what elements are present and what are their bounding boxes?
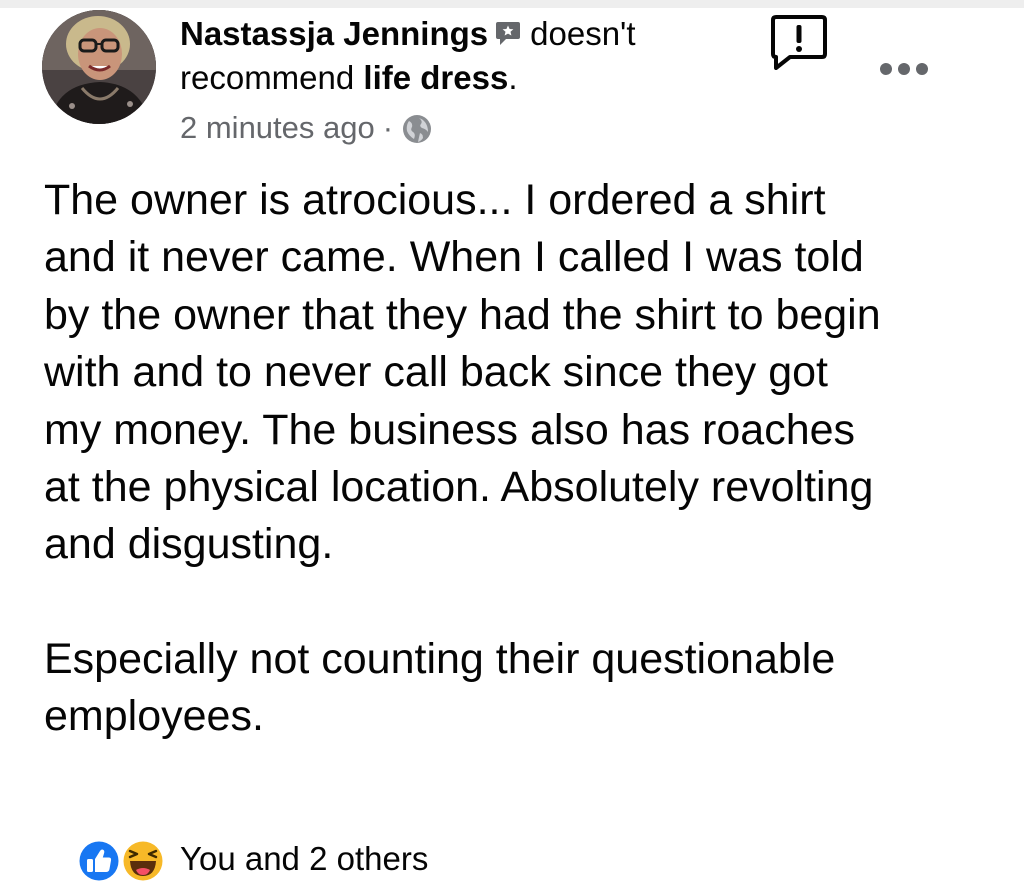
report-flag-icon[interactable]	[770, 14, 828, 70]
action-text-line2: recommend	[180, 59, 355, 96]
reactions-summary[interactable]: You and 2 others	[76, 836, 429, 884]
review-badge-icon	[494, 16, 522, 45]
review-header-line-2: recommend life dress.	[180, 58, 518, 98]
page-name-link[interactable]: life dress	[363, 59, 508, 96]
post-meta: 2 minutes ago ·	[180, 108, 433, 148]
review-post: Nastassja Jennings doesn't recommend lif…	[0, 0, 1024, 886]
review-header-line-1: Nastassja Jennings doesn't	[180, 14, 636, 54]
timestamp[interactable]: 2 minutes ago	[180, 110, 375, 145]
review-body: The owner is atrocious... I ordered a sh…	[44, 172, 1004, 746]
globe-icon[interactable]	[401, 113, 433, 145]
review-paragraph: Especially not counting their questionab…	[44, 634, 836, 741]
haha-icon	[120, 838, 166, 884]
action-text: doesn't	[530, 15, 636, 52]
reaction-summary-text: You and 2 others	[180, 840, 429, 877]
like-icon	[76, 838, 122, 884]
meta-separator: ·	[382, 110, 394, 145]
more-options-icon[interactable]	[876, 58, 932, 80]
reaction-icons	[76, 836, 172, 884]
avatar[interactable]	[42, 10, 156, 124]
header-period: .	[508, 59, 518, 96]
author-name[interactable]: Nastassja Jennings	[180, 15, 488, 52]
review-paragraph: The owner is atrocious... I ordered a sh…	[44, 176, 881, 569]
